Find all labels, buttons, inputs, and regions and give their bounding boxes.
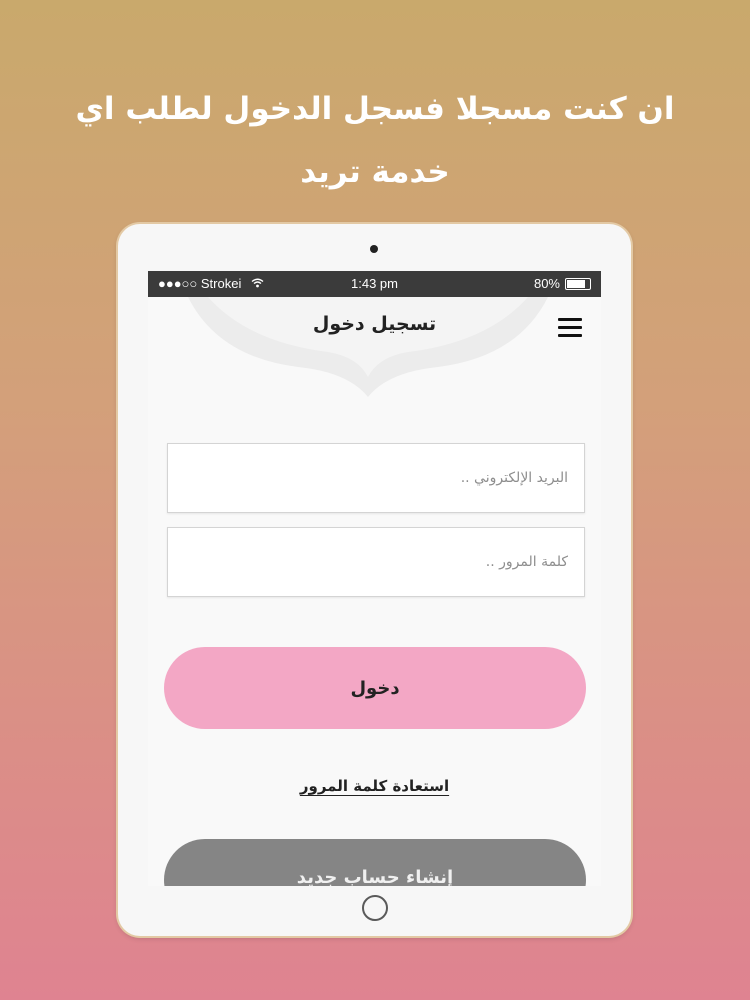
- nav-bar: تسجيل دخول: [148, 297, 601, 397]
- forgot-password-container: استعادة كلمة المرور: [148, 776, 601, 795]
- hamburger-line: [558, 318, 582, 321]
- forgot-password-link[interactable]: استعادة كلمة المرور: [300, 777, 449, 795]
- status-bar: ●●●○○ Strokei 1:43 pm 80%: [148, 271, 601, 297]
- battery-icon: [565, 277, 591, 290]
- app-screen: ●●●○○ Strokei 1:43 pm 80% تسجيل دخول الب…: [148, 271, 601, 886]
- hamburger-menu-icon[interactable]: [558, 318, 582, 338]
- camera-dot: [370, 245, 378, 253]
- home-button[interactable]: [362, 895, 388, 921]
- headline-line-1: ان كنت مسجلا فسجل الدخول لطلب اي: [75, 91, 675, 127]
- password-field[interactable]: [168, 528, 584, 596]
- hamburger-line: [558, 334, 582, 337]
- battery-fill: [567, 279, 585, 288]
- login-button[interactable]: دخول: [164, 647, 586, 729]
- password-field-container: [167, 527, 585, 597]
- battery-percent: 80%: [533, 276, 560, 291]
- headline-line-2: خدمة تريد: [300, 154, 450, 190]
- email-field-container: [167, 443, 585, 513]
- tablet-frame: ●●●○○ Strokei 1:43 pm 80% تسجيل دخول الب…: [118, 224, 631, 936]
- status-battery: 80%: [534, 276, 591, 291]
- page-title: تسجيل دخول: [312, 313, 437, 335]
- hamburger-line: [558, 326, 582, 329]
- email-field[interactable]: [168, 444, 584, 512]
- promo-headline: ان كنت مسجلا فسجل الدخول لطلب اي خدمة تر…: [60, 78, 690, 204]
- register-label: إنشاء حساب جديد: [296, 867, 454, 886]
- header-decoration: [188, 297, 548, 397]
- register-button[interactable]: إنشاء حساب جديد: [164, 839, 586, 886]
